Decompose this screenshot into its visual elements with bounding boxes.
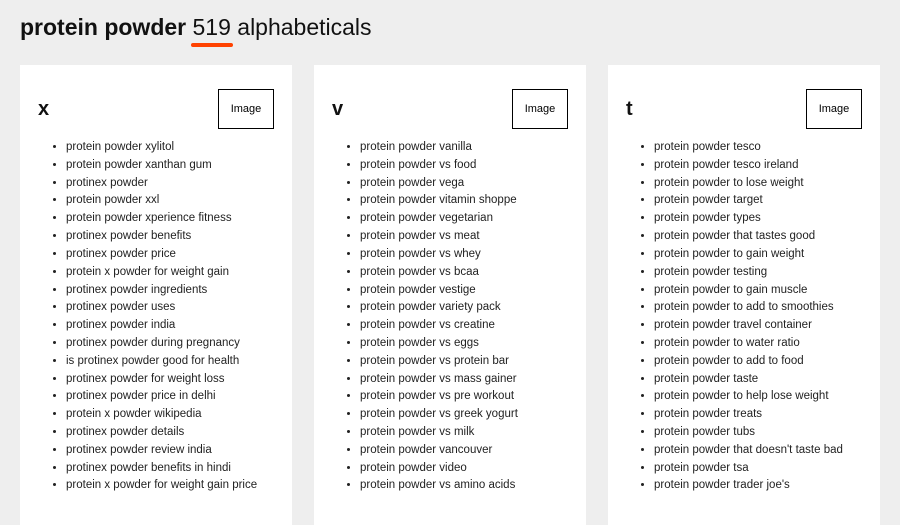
card-header: x Image xyxy=(38,85,274,133)
keyword-item[interactable]: protein powder to gain weight xyxy=(654,246,862,264)
keyword-item[interactable]: protinex powder uses xyxy=(66,299,274,317)
keyword-item[interactable]: protein powder target xyxy=(654,192,862,210)
keyword-item[interactable]: protinex powder for weight loss xyxy=(66,371,274,389)
keyword-item[interactable]: protein powder to help lose weight xyxy=(654,388,862,406)
keyword-item[interactable]: protein powder vs amino acids xyxy=(360,477,568,495)
card-header: t Image xyxy=(626,85,862,133)
keyword-item[interactable]: protein powder xxl xyxy=(66,192,274,210)
title-suffix: alphabeticals xyxy=(237,14,371,40)
keyword-item[interactable]: protein powder vanilla xyxy=(360,139,568,157)
column-card-t: tImageprotein powder tescoprotein powder… xyxy=(608,65,880,525)
keyword-item[interactable]: protein powder vs pre workout xyxy=(360,388,568,406)
alphabetical-columns: xImageprotein powder xylitolprotein powd… xyxy=(20,65,880,525)
column-card-v: vImageprotein powder vanillaprotein powd… xyxy=(314,65,586,525)
column-letter: v xyxy=(332,98,343,121)
keyword-item[interactable]: protinex powder xyxy=(66,175,274,193)
keyword-item[interactable]: protein powder video xyxy=(360,460,568,478)
keyword-item[interactable]: protein x powder wikipedia xyxy=(66,406,274,424)
image-placeholder: Image xyxy=(218,89,274,129)
keyword-item[interactable]: protinex powder benefits in hindi xyxy=(66,460,274,478)
keyword-item[interactable]: protein powder tsa xyxy=(654,460,862,478)
keyword-item[interactable]: protein powder tesco xyxy=(654,139,862,157)
keyword-item[interactable]: protinex powder ingredients xyxy=(66,282,274,300)
keyword-item[interactable]: protein powder xperience fitness xyxy=(66,210,274,228)
keyword-item[interactable]: protein powder vs protein bar xyxy=(360,353,568,371)
column-letter: t xyxy=(626,98,633,121)
keyword-item[interactable]: protein powder vestige xyxy=(360,282,568,300)
image-placeholder: Image xyxy=(806,89,862,129)
keyword-item[interactable]: protein powder vs greek yogurt xyxy=(360,406,568,424)
keyword-item[interactable]: protinex powder price in delhi xyxy=(66,388,274,406)
keyword-item[interactable]: protein powder vancouver xyxy=(360,442,568,460)
keyword-item[interactable]: protein powder vs mass gainer xyxy=(360,371,568,389)
keyword-item[interactable]: protein powder vega xyxy=(360,175,568,193)
keyword-item[interactable]: protein powder testing xyxy=(654,264,862,282)
keyword-list: protein powder tescoprotein powder tesco… xyxy=(626,139,862,495)
keyword-item[interactable]: protein powder vegetarian xyxy=(360,210,568,228)
keyword-list: protein powder vanillaprotein powder vs … xyxy=(332,139,568,495)
keyword-item[interactable]: protinex powder benefits xyxy=(66,228,274,246)
topic-name: protein powder xyxy=(20,14,186,40)
keyword-item[interactable]: protinex powder during pregnancy xyxy=(66,335,274,353)
keyword-item[interactable]: protein powder tesco ireland xyxy=(654,157,862,175)
keyword-item[interactable]: protein powder xylitol xyxy=(66,139,274,157)
keyword-item[interactable]: protein powder types xyxy=(654,210,862,228)
keyword-item[interactable]: protein x powder for weight gain price xyxy=(66,477,274,495)
column-letter: x xyxy=(38,98,49,121)
keyword-item[interactable]: protein powder taste xyxy=(654,371,862,389)
keyword-item[interactable]: protein powder xanthan gum xyxy=(66,157,274,175)
keyword-item[interactable]: is protinex powder good for health xyxy=(66,353,274,371)
keyword-item[interactable]: protein powder travel container xyxy=(654,317,862,335)
keyword-item[interactable]: protein powder vs whey xyxy=(360,246,568,264)
keyword-item[interactable]: protinex powder price xyxy=(66,246,274,264)
keyword-item[interactable]: protein powder to gain muscle xyxy=(654,282,862,300)
keyword-item[interactable]: protinex powder details xyxy=(66,424,274,442)
keyword-item[interactable]: protein powder vs meat xyxy=(360,228,568,246)
result-count: 519 xyxy=(193,14,231,41)
column-card-x: xImageprotein powder xylitolprotein powd… xyxy=(20,65,292,525)
keyword-item[interactable]: protein powder treats xyxy=(654,406,862,424)
keyword-item[interactable]: protein powder vitamin shoppe xyxy=(360,192,568,210)
keyword-item[interactable]: protinex powder india xyxy=(66,317,274,335)
keyword-item[interactable]: protinex powder review india xyxy=(66,442,274,460)
keyword-item[interactable]: protein powder to lose weight xyxy=(654,175,862,193)
keyword-item[interactable]: protein powder variety pack xyxy=(360,299,568,317)
image-placeholder: Image xyxy=(512,89,568,129)
keyword-item[interactable]: protein powder vs creatine xyxy=(360,317,568,335)
keyword-item[interactable]: protein powder tubs xyxy=(654,424,862,442)
keyword-item[interactable]: protein powder that tastes good xyxy=(654,228,862,246)
keyword-item[interactable]: protein powder trader joe's xyxy=(654,477,862,495)
keyword-item[interactable]: protein powder vs milk xyxy=(360,424,568,442)
page-title: protein powder 519 alphabeticals xyxy=(20,14,880,41)
card-header: v Image xyxy=(332,85,568,133)
keyword-item[interactable]: protein x powder for weight gain xyxy=(66,264,274,282)
keyword-list: protein powder xylitolprotein powder xan… xyxy=(38,139,274,495)
keyword-item[interactable]: protein powder vs food xyxy=(360,157,568,175)
keyword-item[interactable]: protein powder that doesn't taste bad xyxy=(654,442,862,460)
keyword-item[interactable]: protein powder to water ratio xyxy=(654,335,862,353)
keyword-item[interactable]: protein powder vs eggs xyxy=(360,335,568,353)
keyword-item[interactable]: protein powder to add to food xyxy=(654,353,862,371)
keyword-item[interactable]: protein powder to add to smoothies xyxy=(654,299,862,317)
keyword-item[interactable]: protein powder vs bcaa xyxy=(360,264,568,282)
